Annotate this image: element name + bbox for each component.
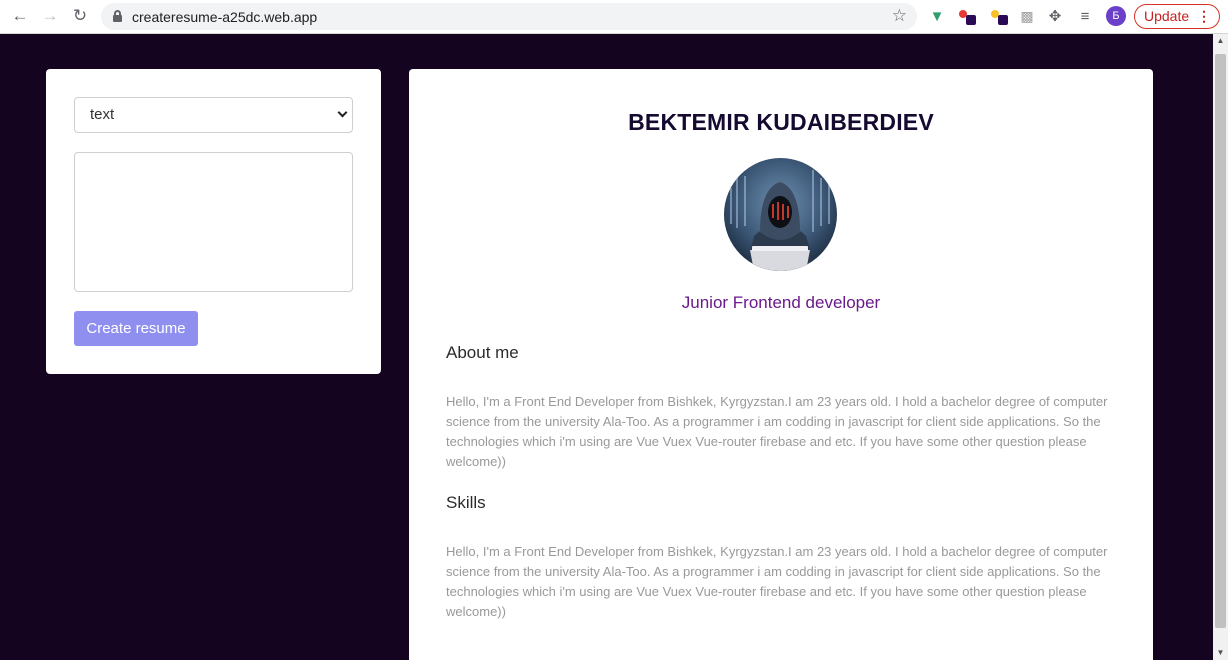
menu-dots-icon: ⋮	[1197, 8, 1211, 24]
scroll-down-arrow-icon[interactable]: ▼	[1213, 646, 1228, 660]
about-heading: About me	[446, 343, 519, 362]
profile-photo	[724, 158, 837, 271]
profile-avatar[interactable]: Б	[1106, 6, 1126, 26]
resume-preview-card: BEKTEMIR KUDAIBERDIEV Junior Frontend de…	[409, 69, 1153, 660]
job-title: Junior Frontend developer	[681, 293, 881, 312]
reload-icon[interactable]: ↻	[68, 5, 92, 27]
scroll-up-arrow-icon[interactable]: ▲	[1213, 34, 1228, 48]
bookmark-star-icon[interactable]: ☆	[892, 6, 907, 26]
page-scrollbar[interactable]: ▲ ▼	[1213, 34, 1228, 660]
field-type-select-value: text	[90, 106, 115, 123]
url-text: createresume-a25dc.web.app	[132, 9, 318, 25]
update-label: Update	[1144, 8, 1190, 24]
browser-toolbar: ← → ↻ createresume-a25dc.web.app ☆ ▼ ▩ ✥…	[0, 0, 1228, 34]
forward-icon[interactable]: →	[38, 5, 62, 27]
resume-form-card: text Create resume	[46, 69, 381, 374]
media-queue-icon[interactable]: ≡	[1075, 6, 1095, 26]
extensions-puzzle-icon[interactable]: ✥	[1045, 6, 1065, 26]
vue-devtools-extension-icon[interactable]: ▼	[927, 6, 947, 26]
address-bar[interactable]: createresume-a25dc.web.app ☆	[101, 3, 917, 30]
skills-text: Hello, I'm a Front End Developer from Bi…	[446, 544, 1108, 619]
content-textarea[interactable]	[74, 152, 353, 292]
extension-icon[interactable]	[989, 6, 1009, 26]
update-button[interactable]: Update ⋮	[1134, 4, 1220, 29]
skills-heading: Skills	[446, 493, 486, 512]
about-text: Hello, I'm a Front End Developer from Bi…	[446, 394, 1108, 469]
lock-icon	[113, 10, 122, 22]
field-type-select[interactable]: text	[74, 97, 353, 133]
chevron-down-icon	[339, 112, 347, 120]
scrollbar-thumb[interactable]	[1215, 54, 1226, 628]
resume-name: BEKTEMIR KUDAIBERDIEV	[628, 109, 934, 135]
back-icon[interactable]: ←	[8, 5, 32, 27]
color-picker-extension-icon[interactable]	[957, 6, 977, 26]
create-resume-button[interactable]: Create resume	[74, 311, 198, 346]
android-extension-icon[interactable]: ▩	[1017, 6, 1037, 26]
